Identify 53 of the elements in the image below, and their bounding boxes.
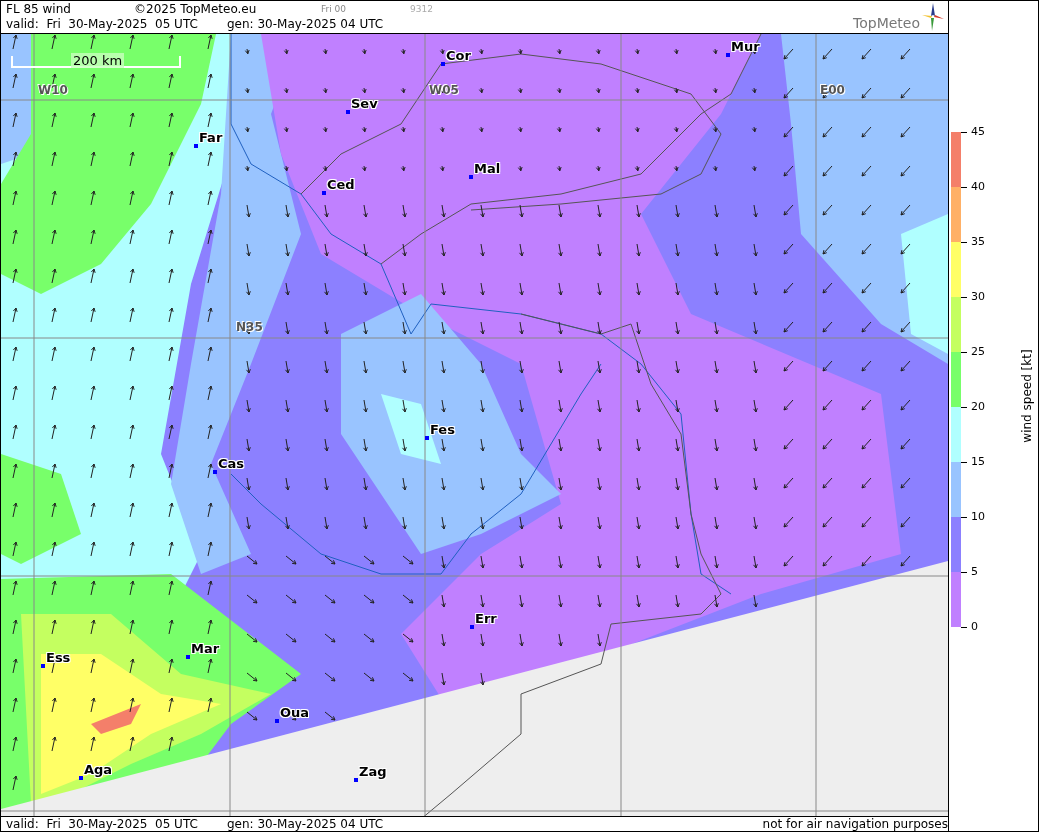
scale-tick-label: 15 bbox=[971, 456, 985, 468]
city-label: Zag bbox=[359, 763, 387, 779]
scale-tick-label: 5 bbox=[971, 566, 978, 578]
city-marker bbox=[79, 775, 83, 780]
city-label: Aga bbox=[84, 761, 113, 777]
city-marker bbox=[213, 469, 217, 474]
copyright-text: ©2025 TopMeteo.eu bbox=[134, 1, 258, 16]
code-label: 9312 bbox=[410, 3, 433, 14]
city-label: Cor bbox=[446, 47, 471, 63]
city-marker bbox=[470, 624, 474, 629]
map-title: FL 85 wind bbox=[6, 1, 72, 16]
city-marker bbox=[425, 435, 429, 440]
scale-tick-label: 35 bbox=[971, 236, 985, 248]
disclaimer-text: not for air navigation purposes bbox=[762, 817, 948, 831]
city-marker bbox=[469, 174, 473, 179]
grid-label: W05 bbox=[429, 82, 459, 97]
scale-tick-label: 25 bbox=[971, 346, 985, 358]
city-label: Oua bbox=[280, 704, 310, 720]
city-marker bbox=[41, 663, 45, 668]
city-marker bbox=[726, 52, 730, 57]
generated-time: gen: 30-May-2025 04 UTC bbox=[227, 817, 384, 831]
scale-tick-label: 45 bbox=[971, 126, 985, 138]
generated-time: gen: 30-May-2025 04 UTC bbox=[227, 16, 384, 31]
city-label: Ced bbox=[327, 176, 355, 192]
city-marker bbox=[275, 718, 279, 723]
city-label: Ess bbox=[46, 649, 71, 665]
scale-title: wind speed [kt] bbox=[1020, 348, 1034, 445]
city-marker bbox=[322, 190, 326, 195]
valid-time: valid: Fri 30-May-2025 05 UTC bbox=[6, 16, 199, 31]
run-label: Fri 00 bbox=[321, 3, 348, 14]
grid-label: E00 bbox=[820, 82, 845, 97]
scale-tick-label: 40 bbox=[971, 181, 985, 193]
valid-time: valid: Fri 30-May-2025 05 UTC bbox=[6, 817, 199, 831]
grid-label: W10 bbox=[38, 82, 68, 97]
city-label: Mar bbox=[191, 640, 220, 656]
city-marker bbox=[354, 777, 358, 782]
city-label: Err bbox=[475, 610, 497, 626]
city-marker bbox=[194, 143, 198, 148]
city-marker bbox=[186, 654, 190, 659]
city-label: Fes bbox=[430, 421, 455, 437]
city-label: Far bbox=[199, 129, 223, 145]
scale-tick-label: 10 bbox=[971, 511, 985, 523]
scale-tick-label: 30 bbox=[971, 291, 985, 303]
scale-tick-label: 20 bbox=[971, 401, 985, 413]
city-label: Mal bbox=[474, 160, 501, 176]
city-label: Cas bbox=[218, 455, 245, 471]
city-label: Sev bbox=[351, 95, 378, 111]
city-marker bbox=[441, 61, 445, 66]
city-marker bbox=[346, 109, 350, 114]
compass-star-icon bbox=[922, 3, 944, 31]
logo-text: TopMeteo bbox=[853, 15, 920, 31]
scale-tick-label: 0 bbox=[971, 621, 978, 633]
city-label: Mur bbox=[731, 38, 760, 54]
